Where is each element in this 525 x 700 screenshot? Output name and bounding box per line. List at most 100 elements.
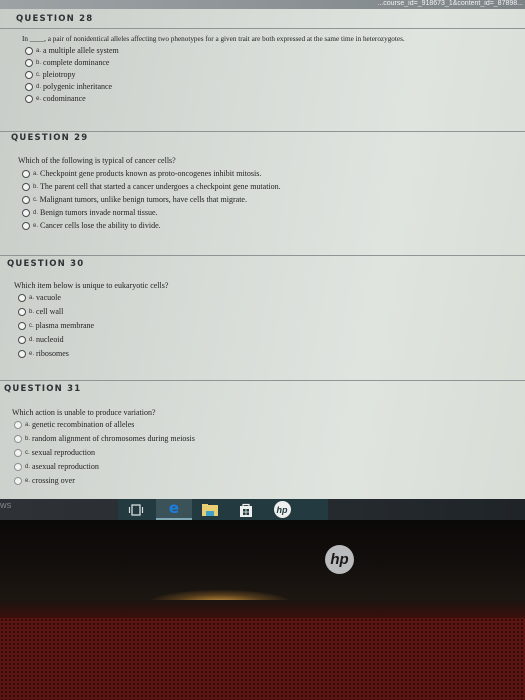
radio-button[interactable] (22, 221, 30, 230)
option-a[interactable]: a. a multiple allele system (25, 45, 119, 56)
question-title: QUESTION 29 (11, 133, 89, 143)
option-a[interactable]: a. Checkpoint gene products known as prot… (22, 168, 261, 179)
option-letter: e. (33, 222, 39, 229)
radio-button[interactable] (14, 476, 22, 485)
divider (0, 131, 525, 132)
option-b[interactable]: b. complete dominance (25, 57, 109, 68)
hp-app-button[interactable]: hp (264, 499, 300, 520)
option-text: cell wall (36, 307, 64, 316)
radio-button[interactable] (25, 70, 33, 79)
radio-button[interactable] (25, 94, 33, 103)
option-d[interactable]: d. polygenic inheritance (25, 81, 112, 92)
question-30: QUESTION 30 Which item below is unique t… (0, 250, 525, 375)
radio-button[interactable] (22, 169, 30, 178)
folder-icon (202, 503, 218, 516)
radio-button[interactable] (25, 46, 33, 55)
option-text: pleiotropy (42, 70, 76, 79)
question-prompt: Which action is unable to produce variat… (12, 408, 156, 417)
question-prompt: Which of the following is typical of can… (18, 156, 176, 165)
option-text: Benign tumors invade normal tissue. (40, 208, 158, 217)
option-d[interactable]: d. nucleoid (18, 334, 64, 345)
option-e[interactable]: e. codominance (25, 93, 86, 104)
option-letter: e. (36, 95, 42, 102)
option-c[interactable]: c. sexual reproduction (14, 447, 95, 458)
url-text: ...course_id=_918673_1&content_id=_87898… (377, 0, 523, 7)
address-bar[interactable]: ...course_id=_918673_1&content_id=_87898… (0, 0, 525, 9)
task-view-icon (128, 503, 144, 516)
option-letter: a. (36, 47, 42, 54)
taskbar-search-fragment[interactable]: WS (0, 503, 11, 510)
option-e[interactable]: e. crossing over (14, 475, 75, 486)
option-letter: d. (36, 83, 42, 90)
option-letter: c. (33, 196, 38, 203)
option-e[interactable]: e. ribosomes (18, 348, 69, 359)
option-a[interactable]: a. genetic recombination of alleles (14, 419, 134, 430)
option-letter: c. (25, 449, 30, 456)
option-d[interactable]: d. Benign tumors invade normal tissue. (22, 207, 158, 218)
radio-button[interactable] (22, 182, 30, 191)
hinge (0, 600, 525, 618)
option-text: The parent cell that started a cancer un… (40, 182, 281, 191)
option-c[interactable]: c. Malignant tumors, unlike benign tumors… (22, 194, 247, 205)
store-icon (240, 503, 252, 517)
option-letter: c. (29, 322, 34, 329)
question-29: QUESTION 29 Which of the following is ty… (0, 125, 525, 250)
option-b[interactable]: b. random alignment of chromosomes during… (14, 433, 195, 444)
option-letter: b. (25, 435, 31, 442)
taskbar: WS e hp (0, 499, 525, 520)
file-explorer-button[interactable] (192, 499, 228, 520)
task-view-button[interactable] (118, 499, 154, 520)
question-title: QUESTION 30 (7, 259, 85, 269)
option-a[interactable]: a. vacuole (18, 292, 61, 303)
radio-button[interactable] (14, 462, 22, 471)
radio-button[interactable] (18, 293, 26, 302)
radio-button[interactable] (14, 434, 22, 443)
screen: ...course_id=_918673_1&content_id=_87898… (0, 0, 525, 503)
option-letter: a. (25, 421, 31, 428)
option-letter: e. (29, 350, 35, 357)
option-text: genetic recombination of alleles (32, 420, 135, 429)
question-31: QUESTION 31 Which action is unable to pr… (0, 375, 525, 500)
option-d[interactable]: d. asexual reproduction (14, 461, 99, 472)
option-letter: b. (33, 183, 39, 190)
option-letter: e. (25, 477, 31, 484)
option-letter: b. (36, 59, 42, 66)
option-text: codominance (43, 94, 86, 103)
option-letter: c. (36, 71, 41, 78)
radio-button[interactable] (18, 307, 26, 316)
option-text: vacuole (36, 293, 61, 302)
option-text: Checkpoint gene products known as proto-… (40, 169, 262, 178)
question-prompt: Which item below is unique to eukaryotic… (14, 281, 169, 290)
option-c[interactable]: c. pleiotropy (25, 69, 76, 80)
option-e[interactable]: e. Cancer cells lose the ability to divid… (22, 220, 161, 231)
option-letter: d. (29, 336, 35, 343)
taskbar-apps: e hp (118, 499, 328, 520)
option-letter: d. (33, 209, 39, 216)
option-b[interactable]: b. cell wall (18, 306, 63, 317)
radio-button[interactable] (25, 58, 33, 67)
radio-button[interactable] (14, 448, 22, 457)
radio-button[interactable] (14, 420, 22, 429)
option-text: crossing over (32, 476, 75, 485)
edge-button[interactable]: e (156, 499, 192, 520)
question-28: QUESTION 28 In ____, a pair of nonidenti… (0, 10, 525, 130)
radio-button[interactable] (18, 321, 26, 330)
question-prompt: In ____, a pair of nonidentical alleles … (22, 35, 405, 43)
hp-logo: hp (325, 545, 354, 574)
option-b[interactable]: b. The parent cell that started a cancer … (22, 181, 281, 192)
radio-button[interactable] (25, 82, 33, 91)
radio-button[interactable] (22, 208, 30, 217)
laptop-bezel: hp (0, 520, 525, 615)
option-c[interactable]: c. plasma membrane (18, 320, 94, 331)
option-text: sexual reproduction (31, 448, 95, 457)
radio-button[interactable] (18, 349, 26, 358)
store-button[interactable] (228, 499, 264, 520)
option-text: a multiple allele system (43, 46, 119, 55)
option-text: ribosomes (36, 349, 69, 358)
option-text: Malignant tumors, unlike benign tumors, … (39, 195, 247, 204)
radio-button[interactable] (18, 335, 26, 344)
option-text: nucleoid (36, 335, 64, 344)
radio-button[interactable] (22, 195, 30, 204)
option-letter: a. (29, 294, 35, 301)
question-title: QUESTION 28 (16, 14, 94, 24)
